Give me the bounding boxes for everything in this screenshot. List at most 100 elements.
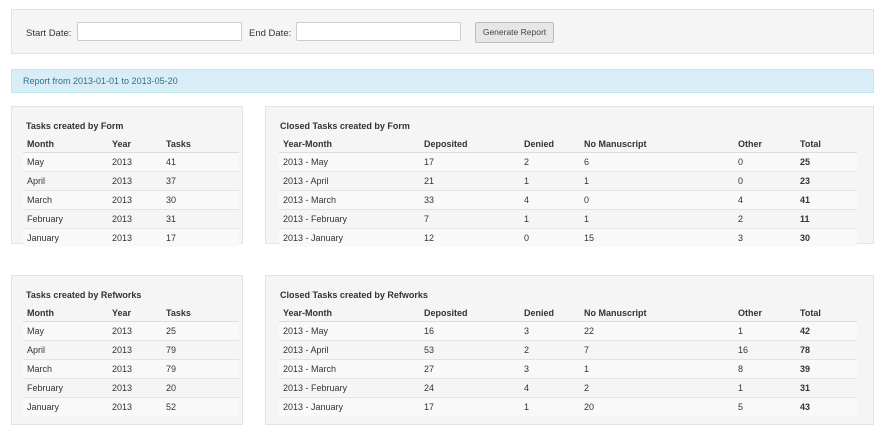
table-row: February 2013 20	[23, 378, 239, 398]
column-header: Year	[108, 135, 162, 153]
end-date-input[interactable]	[296, 22, 461, 41]
deposited-cell: 21	[420, 171, 520, 191]
month-cell: February	[23, 209, 108, 229]
year-month-cell: 2013 - February	[279, 209, 420, 229]
table-row: 2013 - February 24 4 2 1 31	[279, 378, 857, 398]
year-month-cell: 2013 - March	[279, 359, 420, 379]
tasks-cell: 52	[162, 397, 239, 416]
column-header: Year	[108, 304, 162, 322]
total-cell: 31	[796, 378, 857, 398]
table-row: March 2013 79	[23, 359, 239, 379]
year-month-cell: 2013 - April	[279, 340, 420, 360]
refworks-tasks-title: Tasks created by Refworks	[26, 290, 142, 300]
table-row: January 2013 17	[23, 228, 239, 247]
no-manuscript-cell: 6	[580, 152, 734, 172]
no-manuscript-cell: 1	[580, 209, 734, 229]
other-cell: 8	[734, 359, 796, 379]
deposited-cell: 33	[420, 190, 520, 210]
end-date-label: End Date:	[249, 28, 292, 39]
denied-cell: 2	[520, 340, 580, 360]
month-cell: April	[23, 171, 108, 191]
other-cell: 4	[734, 190, 796, 210]
tasks-cell: 25	[162, 321, 239, 341]
year-cell: 2013	[108, 171, 162, 191]
tasks-cell: 79	[162, 340, 239, 360]
no-manuscript-cell: 2	[580, 378, 734, 398]
table-row: April 2013 79	[23, 340, 239, 360]
table-row: March 2013 30	[23, 190, 239, 210]
month-cell: January	[23, 397, 108, 416]
form-closed-panel: Closed Tasks created by Form Year-Month …	[265, 106, 874, 247]
table-row: 2013 - April 53 2 7 16 78	[279, 340, 857, 360]
month-cell: May	[23, 321, 108, 341]
total-cell: 41	[796, 190, 857, 210]
refworks-tasks-table: Month Year Tasks May 2013 25 April 2013 79 M…	[23, 304, 239, 416]
start-date-input[interactable]	[77, 22, 242, 41]
year-month-cell: 2013 - February	[279, 378, 420, 398]
denied-cell: 4	[520, 378, 580, 398]
table-row: January 2013 52	[23, 397, 239, 416]
column-header: Month	[23, 304, 108, 322]
year-cell: 2013	[108, 190, 162, 210]
generate-report-button[interactable]: Generate Report	[475, 22, 554, 43]
start-date-label: Start Date:	[26, 28, 72, 39]
form-tasks-panel: Tasks created by Form Month Year Tasks M…	[11, 106, 243, 247]
other-cell: 0	[734, 171, 796, 191]
month-cell: March	[23, 190, 108, 210]
refworks-tasks-panel: Tasks created by Refworks Month Year Tas…	[11, 275, 243, 425]
form-tasks-title: Tasks created by Form	[26, 121, 124, 131]
tasks-cell: 79	[162, 359, 239, 379]
total-cell: 43	[796, 397, 857, 416]
column-header: Year-Month	[279, 304, 420, 322]
denied-cell: 2	[520, 152, 580, 172]
column-header: Tasks	[162, 304, 239, 322]
no-manuscript-cell: 15	[580, 228, 734, 247]
year-month-cell: 2013 - January	[279, 397, 420, 416]
year-month-cell: 2013 - May	[279, 321, 420, 341]
column-header: Denied	[520, 135, 580, 153]
table-header-row: Month Year Tasks	[23, 135, 239, 153]
column-header: Deposited	[420, 135, 520, 153]
month-cell: February	[23, 378, 108, 398]
deposited-cell: 24	[420, 378, 520, 398]
no-manuscript-cell: 1	[580, 359, 734, 379]
other-cell: 1	[734, 378, 796, 398]
total-cell: 23	[796, 171, 857, 191]
tasks-cell: 30	[162, 190, 239, 210]
month-cell: April	[23, 340, 108, 360]
tasks-cell: 37	[162, 171, 239, 191]
table-header-row: Month Year Tasks	[23, 304, 239, 322]
year-cell: 2013	[108, 209, 162, 229]
table-row: 2013 - March 27 3 1 8 39	[279, 359, 857, 379]
total-cell: 42	[796, 321, 857, 341]
other-cell: 2	[734, 209, 796, 229]
denied-cell: 1	[520, 209, 580, 229]
deposited-cell: 17	[420, 397, 520, 416]
table-row: 2013 - January 12 0 15 3 30	[279, 228, 857, 247]
year-month-cell: 2013 - March	[279, 190, 420, 210]
year-cell: 2013	[108, 340, 162, 360]
deposited-cell: 12	[420, 228, 520, 247]
table-row: 2013 - January 17 1 20 5 43	[279, 397, 857, 416]
table-header-row: Year-Month Deposited Denied No Manuscrip…	[279, 135, 857, 153]
year-cell: 2013	[108, 321, 162, 341]
denied-cell: 3	[520, 359, 580, 379]
form-tasks-table: Month Year Tasks May 2013 41 April 2013 37 M…	[23, 135, 239, 247]
other-cell: 3	[734, 228, 796, 247]
month-cell: May	[23, 152, 108, 172]
tasks-cell: 41	[162, 152, 239, 172]
table-row: 2013 - May 16 3 22 1 42	[279, 321, 857, 341]
column-header: Month	[23, 135, 108, 153]
total-cell: 25	[796, 152, 857, 172]
total-cell: 30	[796, 228, 857, 247]
year-cell: 2013	[108, 378, 162, 398]
denied-cell: 4	[520, 190, 580, 210]
other-cell: 1	[734, 321, 796, 341]
table-row: 2013 - March 33 4 0 4 41	[279, 190, 857, 210]
tasks-cell: 31	[162, 209, 239, 229]
column-header: No Manuscript	[580, 304, 734, 322]
table-row: February 2013 31	[23, 209, 239, 229]
table-row: April 2013 37	[23, 171, 239, 191]
column-header: Denied	[520, 304, 580, 322]
refworks-closed-panel: Closed Tasks created by Refworks Year-Mo…	[265, 275, 874, 425]
